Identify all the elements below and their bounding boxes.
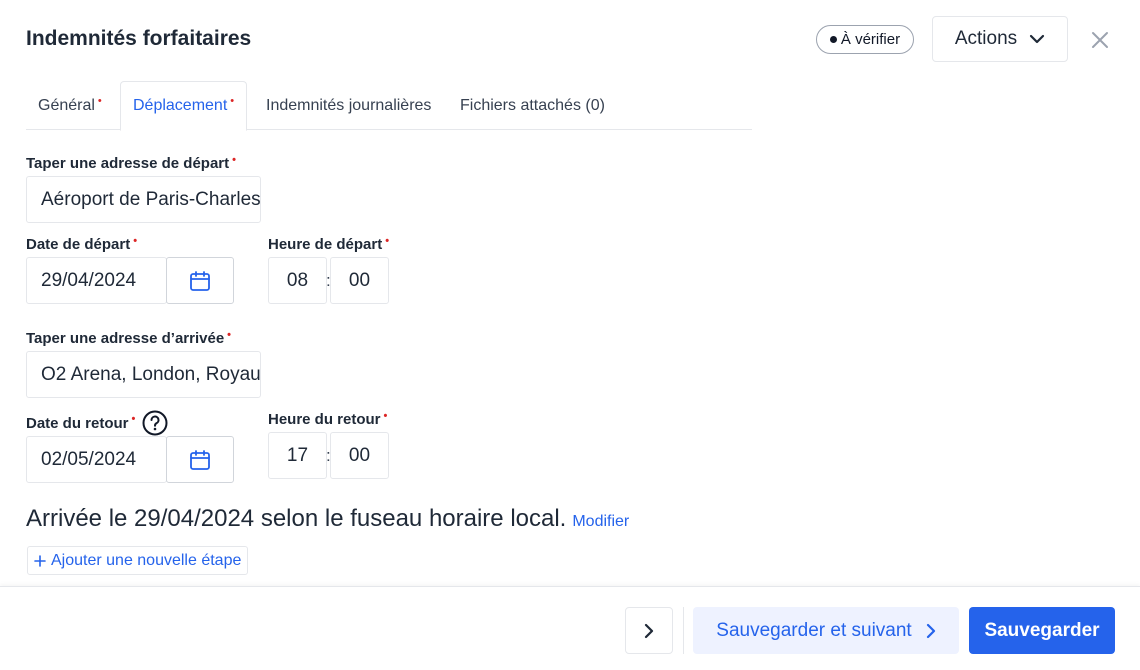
tab-label: Général xyxy=(38,96,95,114)
return-time-label: Heure du retour • xyxy=(268,409,388,429)
status-badge: À vérifier xyxy=(816,25,914,54)
return-date-label: Date du retour • xyxy=(26,410,168,436)
departure-hours-input[interactable]: 08 xyxy=(268,257,327,304)
departure-date-label: Date de départ • xyxy=(26,234,138,254)
add-step-label: Ajouter une nouvelle étape xyxy=(51,551,242,569)
help-icon[interactable] xyxy=(142,410,168,436)
chevron-right-icon xyxy=(926,623,935,638)
calendar-icon xyxy=(190,449,210,470)
arrival-note-text: Arrivée le 29/04/2024 selon le fuseau ho… xyxy=(26,505,567,532)
return-minutes-input[interactable]: 00 xyxy=(330,432,389,479)
required-marker: • xyxy=(383,409,388,422)
page-title: Indemnités forfaitaires xyxy=(26,27,252,50)
plus-icon xyxy=(34,554,46,567)
arrival-address-input[interactable]: O2 Arena, London, Royaume-Uni xyxy=(26,351,261,398)
departure-minutes-input[interactable]: 00 xyxy=(330,257,389,304)
save-button[interactable]: Sauvegarder xyxy=(969,607,1115,654)
departure-date-input[interactable]: 29/04/2024 xyxy=(26,257,167,304)
status-dot-icon xyxy=(829,36,837,43)
required-marker: • xyxy=(385,234,390,247)
required-marker: • xyxy=(230,95,235,107)
actions-button-label: Actions xyxy=(954,28,1018,49)
departure-date-calendar-button[interactable] xyxy=(166,257,234,304)
tab-general[interactable]: Général • xyxy=(38,81,102,130)
footer-bar: Sauvegarder et suivant Sauvegarder xyxy=(0,586,1140,670)
tab-label: Indemnités journalières xyxy=(266,96,432,114)
return-hours-input[interactable]: 17 xyxy=(268,432,327,479)
save-and-next-button[interactable]: Sauvegarder et suivant xyxy=(693,607,959,654)
return-date-calendar-button[interactable] xyxy=(166,436,234,483)
calendar-icon xyxy=(190,270,210,291)
required-marker: • xyxy=(232,153,236,166)
tab-deplacement[interactable]: Déplacement • xyxy=(120,81,248,131)
tab-label: Fichiers attachés (0) xyxy=(460,96,605,114)
required-marker: • xyxy=(97,94,102,107)
required-marker: • xyxy=(133,234,138,247)
next-button[interactable] xyxy=(625,607,673,654)
status-badge-label: À vérifier xyxy=(840,31,901,48)
chevron-down-icon xyxy=(1030,34,1045,44)
tab-indemnites-journalieres[interactable]: Indemnités journalières xyxy=(266,81,431,130)
close-button[interactable] xyxy=(1086,26,1114,54)
arrival-address-label: Taper une adresse d’arrivée • xyxy=(26,328,232,348)
save-and-next-label: Sauvegarder et suivant xyxy=(716,619,912,641)
add-step-button[interactable]: Ajouter une nouvelle étape xyxy=(27,546,249,575)
tab-fichiers-attaches[interactable]: Fichiers attachés (0) xyxy=(460,81,605,130)
departure-time-label: Heure de départ • xyxy=(268,234,390,254)
modify-link[interactable]: Modifier xyxy=(572,513,629,531)
departure-address-label: Taper une adresse de départ • xyxy=(26,153,236,173)
tab-bar: Général • Déplacement • Indemnités journal… xyxy=(26,81,752,131)
required-marker: • xyxy=(227,328,232,341)
required-marker: • xyxy=(131,413,136,425)
tab-label: Déplacement xyxy=(133,97,228,114)
actions-button[interactable]: Actions xyxy=(932,16,1068,62)
return-date-input[interactable]: 02/05/2024 xyxy=(26,436,167,483)
departure-address-input[interactable]: Aéroport de Paris-Charles de Gaulle xyxy=(26,176,261,223)
arrival-note: Arrivée le 29/04/2024 selon le fuseau ho… xyxy=(26,505,629,533)
footer-divider xyxy=(683,607,684,654)
close-icon xyxy=(1092,32,1108,48)
chevron-right-icon xyxy=(644,623,654,638)
